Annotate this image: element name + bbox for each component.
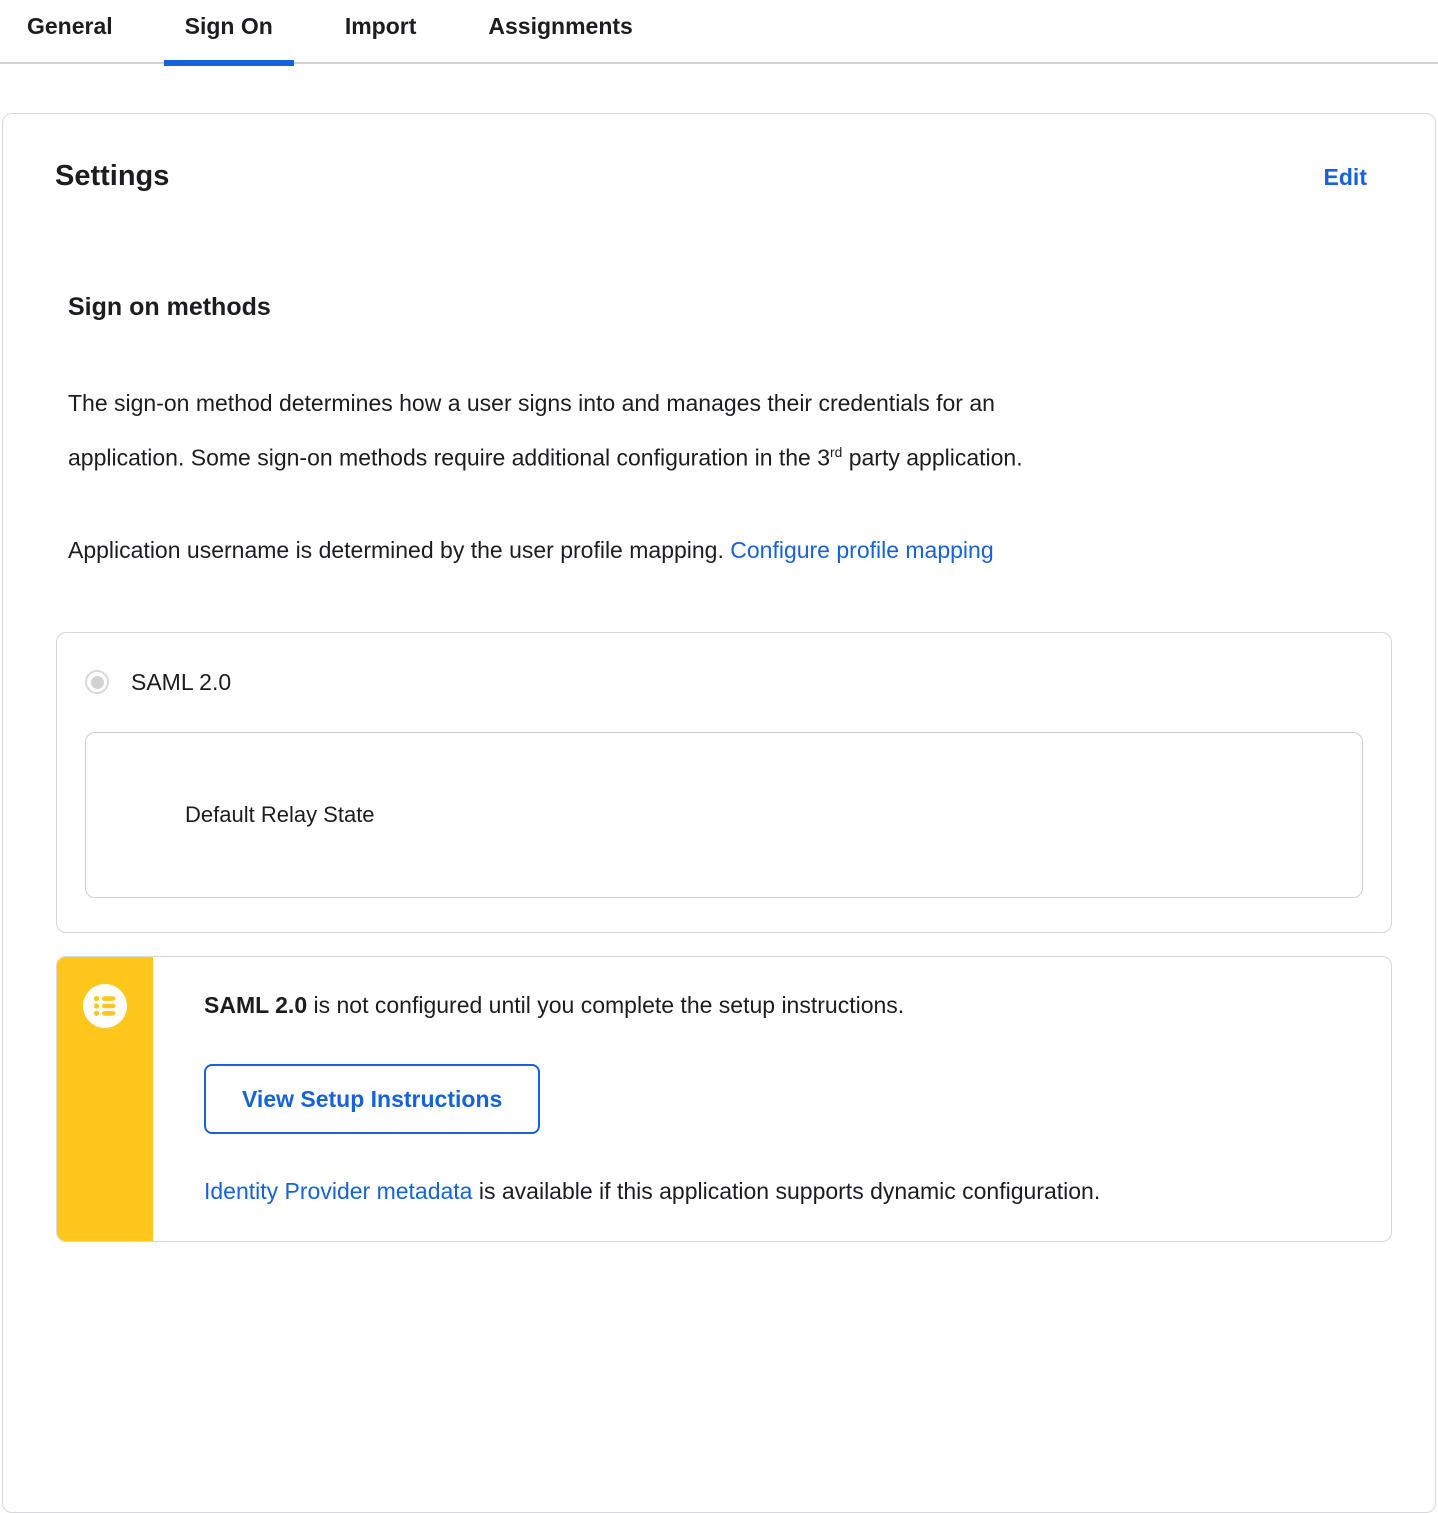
default-relay-state-label: Default Relay State — [185, 801, 375, 827]
tab-import[interactable]: Import — [324, 3, 438, 62]
configure-profile-mapping-link[interactable]: Configure profile mapping — [730, 537, 993, 563]
settings-card-header: Settings Edit — [3, 114, 1435, 193]
sign-on-description: The sign-on method determines how a user… — [68, 379, 1392, 483]
metadata-line-rest: is available if this application support… — [472, 1177, 1101, 1204]
tab-general[interactable]: General — [6, 3, 134, 62]
saml-warning-callout: SAML 2.0 is not configured until you com… — [56, 955, 1392, 1242]
callout-message-strong: SAML 2.0 — [204, 991, 308, 1018]
page-title: Settings — [55, 160, 170, 192]
view-setup-instructions-button[interactable]: View Setup Instructions — [204, 1063, 541, 1134]
saml-method-box: SAML 2.0 Default Relay State — [56, 631, 1392, 933]
description-superscript: rd — [830, 445, 843, 460]
edit-link[interactable]: Edit — [1324, 164, 1367, 191]
callout-message: SAML 2.0 is not configured until you com… — [204, 991, 1351, 1019]
setup-instructions-list-icon — [83, 983, 127, 1028]
tab-bar: General Sign On Import Assignments — [0, 0, 1438, 66]
section-heading: Sign on methods — [68, 293, 271, 321]
saml-radio-label: SAML 2.0 — [131, 668, 232, 695]
saml-radio-row[interactable]: SAML 2.0 — [85, 669, 1363, 696]
tab-assignments[interactable]: Assignments — [467, 3, 653, 62]
username-mapping-static: Application username is determined by th… — [68, 536, 731, 563]
description-line1: The sign-on method determines how a user… — [68, 390, 995, 416]
tab-sign-on[interactable]: Sign On — [163, 3, 295, 66]
callout-yellow-strip — [57, 956, 153, 1241]
sign-on-methods-section: Sign on methods The sign-on method deter… — [3, 293, 1435, 1242]
callout-body: SAML 2.0 is not configured until you com… — [153, 957, 1391, 1241]
description-line2-end: party application. — [842, 444, 1023, 471]
settings-card: Settings Edit Sign on methods The sign-o… — [2, 113, 1436, 1513]
identity-provider-metadata-link[interactable]: Identity Provider metadata — [204, 1178, 472, 1204]
saml-radio-button[interactable] — [85, 670, 109, 695]
default-relay-state-field: Default Relay State — [85, 731, 1363, 898]
saml-radio-dot — [90, 675, 104, 689]
description-line2: application. Some sign-on methods requir… — [68, 444, 831, 471]
username-mapping-text: Application username is determined by th… — [68, 526, 1392, 575]
callout-message-rest: is not configured until you complete the… — [307, 991, 905, 1018]
metadata-line: Identity Provider metadata is available … — [204, 1177, 1351, 1205]
